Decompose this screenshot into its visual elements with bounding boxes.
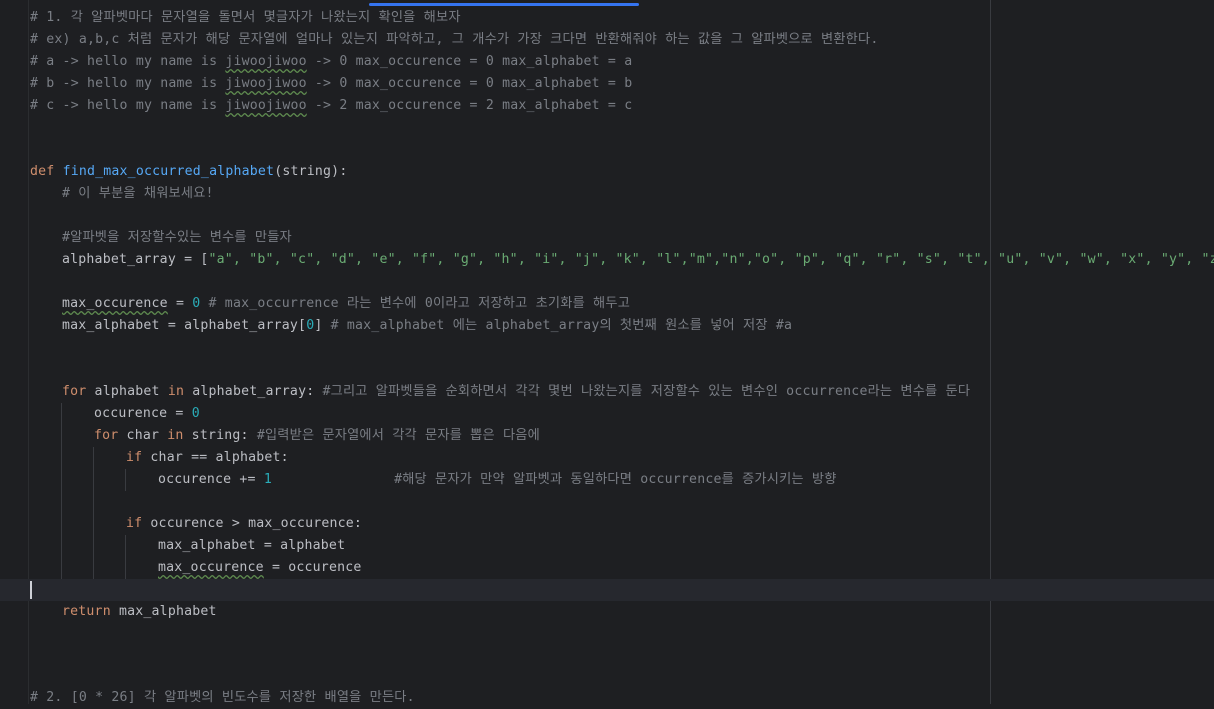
comment-text: # a -> hello my name is [30, 54, 226, 69]
code-line[interactable]: max_occurence = 0 # max_occurrence 라는 변수… [62, 293, 630, 315]
code-line[interactable]: max_occurence = occurence [158, 557, 362, 579]
code-text: alphabet_array = [ [62, 252, 209, 267]
typo-identifier: max_occurence [62, 296, 168, 311]
typo-word: jiwoojiwoo [225, 98, 307, 113]
code-line[interactable]: # 1. 각 알파벳마다 문자열을 돌면서 몇글자가 나왔는지 확인을 해보자 [30, 7, 461, 29]
code-line[interactable]: occurence += 1 #해당 문자가 만약 알파벳과 동일하다면 occ… [158, 469, 837, 491]
string-list: "a", "b", "c", "d", "e", "f", "g", "h", … [208, 252, 1214, 267]
code-text: alphabet_array: [184, 384, 323, 399]
comment-text: #해당 문자가 만약 알파벳과 동일하다면 occurrence를 증가시키는 … [394, 472, 837, 487]
function-signature: (string): [274, 164, 348, 179]
indent-guide [125, 469, 126, 491]
code-line[interactable]: def find_max_occurred_alphabet(string): [30, 161, 347, 183]
comment-text: # 2. [0 * 26] 각 알파벳의 빈도수를 저장한 배열을 만든다. [30, 690, 415, 705]
comment-text: #알파벳을 저장할수있는 변수를 만들자 [62, 230, 292, 245]
code-line[interactable]: if char == alphabet: [126, 447, 289, 469]
number-literal: 1 [263, 472, 272, 487]
comment-text: # max_occurrence 라는 변수에 0이라고 저장하고 초기화를 해… [200, 296, 631, 311]
code-text: alphabet [86, 384, 168, 399]
code-text: string: [183, 428, 257, 443]
keyword: def [30, 164, 55, 179]
number-literal: 0 [191, 406, 200, 421]
keyword: in [167, 428, 184, 443]
comment-text: #그리고 알파벳들을 순회하면서 각각 몇번 나왔는지를 저장할수 있는 변수인… [322, 384, 971, 399]
code-text: max_alphabet = alphabet [158, 538, 346, 553]
code-text: char == alphabet: [142, 450, 289, 465]
text-caret [30, 581, 32, 599]
code-text: = occurence [263, 560, 362, 575]
indent-guide [93, 447, 94, 579]
code-line[interactable]: #알파벳을 저장할수있는 변수를 만들자 [62, 227, 292, 249]
code-line[interactable]: # ex) a,b,c 처럼 문자가 해당 문자열에 얼마나 있는지 파악하고,… [30, 29, 878, 51]
indent-guide [125, 535, 126, 579]
keyword: for [94, 428, 119, 443]
code-line[interactable]: max_alphabet = alphabet [158, 535, 345, 557]
indent-guide [61, 403, 62, 579]
code-line[interactable]: for alphabet in alphabet_array: #그리고 알파벳… [62, 381, 970, 403]
code-text: max_alphabet [110, 604, 217, 619]
code-line[interactable]: # a -> hello my name is jiwoojiwoo -> 0 … [30, 51, 632, 73]
typo-word: jiwoojiwoo [225, 76, 307, 91]
code-line[interactable]: if occurence > max_occurence: [126, 513, 362, 535]
code-line[interactable]: max_alphabet = alphabet_array[0] # max_a… [62, 315, 792, 337]
keyword: if [126, 450, 143, 465]
code-line[interactable]: occurence = 0 [94, 403, 200, 425]
code-text: occurence = [94, 406, 192, 421]
typo-word: jiwoojiwoo [225, 54, 307, 69]
code-text: = [167, 296, 193, 311]
code-line[interactable]: return max_alphabet [62, 601, 217, 623]
code-text: occurence += [158, 472, 264, 487]
keyword: for [62, 384, 87, 399]
function-name: find_max_occurred_alphabet [62, 164, 275, 179]
comment-text: # max_alphabet 에는 alphabet_array의 첫번째 원소… [322, 318, 793, 333]
comment-text: #입력받은 문자열에서 각각 문자를 뽑은 다음에 [256, 428, 540, 443]
comment-text: # c -> hello my name is [30, 98, 226, 113]
comment-text: -> 0 max_occurence = 0 max_alphabet = b [306, 76, 633, 91]
keyword: in [167, 384, 185, 399]
code-text: char [118, 428, 168, 443]
code-line[interactable]: alphabet_array = ["a", "b", "c", "d", "e… [62, 249, 1214, 271]
code-editor[interactable]: # 1. 각 알파벳마다 문자열을 돌면서 몇글자가 나왔는지 확인을 해보자 … [0, 0, 1214, 705]
typo-identifier: max_occurence [158, 560, 264, 575]
horizontal-scrollbar-thumb[interactable] [369, 3, 639, 6]
comment-text: # 이 부분을 채워보세요! [62, 186, 214, 201]
code-line[interactable]: for char in string: #입력받은 문자열에서 각각 문자를 뽑… [94, 425, 540, 447]
keyword: if [126, 516, 143, 531]
comment-text: # b -> hello my name is [30, 76, 226, 91]
keyword: return [62, 604, 111, 619]
code-line[interactable]: # 2. [0 * 26] 각 알파벳의 빈도수를 저장한 배열을 만든다. [30, 687, 415, 709]
comment-text: -> 0 max_occurence = 0 max_alphabet = a [306, 54, 633, 69]
code-line[interactable]: # b -> hello my name is jiwoojiwoo -> 0 … [30, 73, 632, 95]
comment-text: -> 2 max_occurence = 2 max_alphabet = c [306, 98, 633, 113]
comment-text: # ex) a,b,c 처럼 문자가 해당 문자열에 얼마나 있는지 파악하고,… [30, 32, 879, 47]
code-line[interactable]: # 이 부분을 채워보세요! [62, 183, 214, 205]
code-text: occurence > max_occurence: [142, 516, 363, 531]
code-text: max_alphabet = alphabet_array[ [62, 318, 307, 333]
current-line-highlight [0, 579, 1214, 601]
code-line[interactable]: # c -> hello my name is jiwoojiwoo -> 2 … [30, 95, 632, 117]
comment-text: # 1. 각 알파벳마다 문자열을 돌면서 몇글자가 나왔는지 확인을 해보자 [30, 10, 461, 25]
